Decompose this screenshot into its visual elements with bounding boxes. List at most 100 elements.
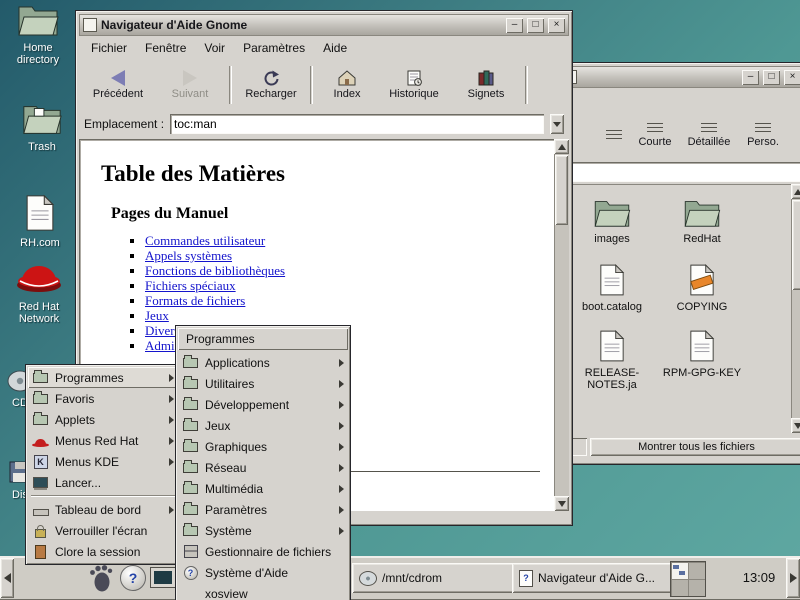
- menu-fenetre[interactable]: Fenêtre: [136, 38, 195, 58]
- scrollbar-track[interactable]: [554, 226, 569, 496]
- scroll-up-button[interactable]: [791, 184, 800, 199]
- gnome-menu-button[interactable]: [86, 561, 116, 595]
- folder-icon: [32, 412, 49, 428]
- menu-item-jeux[interactable]: Jeux: [178, 415, 348, 436]
- toc-link[interactable]: Jeux: [145, 308, 169, 323]
- file-item-copying[interactable]: COPYING: [661, 264, 743, 313]
- menu-item-gestionnaire-fichiers[interactable]: Gestionnaire de fichiers: [178, 541, 348, 562]
- menu-item-programmes[interactable]: Programmes: [28, 367, 178, 388]
- up-arrow-icon: [794, 189, 800, 195]
- menu-item-parametres[interactable]: Paramètres: [178, 499, 348, 520]
- view-detailed-label: Détaillée: [688, 136, 731, 148]
- pager-desktop-2[interactable]: [688, 562, 705, 579]
- menu-item-reseau[interactable]: Réseau: [178, 457, 348, 478]
- desktop-pager[interactable]: [670, 561, 706, 597]
- scrollbar-track[interactable]: [791, 291, 800, 418]
- file-item-release-notes[interactable]: RELEASE-NOTES.ja: [571, 330, 653, 391]
- toc-link[interactable]: Appels systèmes: [145, 248, 232, 263]
- menu-item-menus-kde[interactable]: K Menus KDE: [28, 451, 178, 472]
- menu-fichier[interactable]: Fichier: [82, 38, 136, 58]
- file-manager-titlebar[interactable]: – □ ×: [559, 66, 800, 88]
- menu-item-favoris[interactable]: Favoris: [28, 388, 178, 409]
- forward-button[interactable]: Suivant: [154, 61, 226, 109]
- desktop-icon-redhat-network[interactable]: Red Hat Network: [6, 252, 72, 325]
- view-detailed-button[interactable]: Détaillée: [683, 112, 735, 158]
- menu-voir[interactable]: Voir: [195, 38, 234, 58]
- minimize-button[interactable]: –: [742, 70, 759, 85]
- menu-item-xosview[interactable]: xosview: [178, 583, 348, 600]
- scrollbar-thumb[interactable]: [555, 155, 568, 225]
- menu-parametres[interactable]: Paramètres: [234, 38, 314, 58]
- minimize-button[interactable]: –: [506, 18, 523, 33]
- desktop-icon-label: Home directory: [2, 42, 74, 66]
- menu-item-verrouiller[interactable]: Verrouiller l'écran: [28, 520, 178, 541]
- close-button[interactable]: ×: [548, 18, 565, 33]
- file-item-boot-catalog[interactable]: boot.catalog: [571, 264, 653, 313]
- task-button-cdrom[interactable]: /mnt/cdrom: [352, 563, 518, 593]
- menu-item-developpement[interactable]: Développement: [178, 394, 348, 415]
- menu-item-utilitaires[interactable]: Utilitaires: [178, 373, 348, 394]
- menu-item-systeme-aide[interactable]: ? Système d'Aide: [178, 562, 348, 583]
- maximize-button[interactable]: □: [527, 18, 544, 33]
- menu-item-systeme[interactable]: Système: [178, 520, 348, 541]
- menu-item-lancer[interactable]: Lancer...: [28, 472, 178, 493]
- clock[interactable]: 13:09: [733, 556, 785, 600]
- menu-item-applications[interactable]: Applications: [178, 352, 348, 373]
- location-input[interactable]: [170, 114, 544, 134]
- scroll-down-button[interactable]: [554, 496, 569, 511]
- menu-item-clore-session[interactable]: Clore la session: [28, 541, 178, 562]
- help-scrollbar[interactable]: [554, 139, 569, 511]
- file-pane-scrollbar[interactable]: [791, 184, 800, 433]
- view-icons-button[interactable]: [601, 112, 627, 158]
- file-item-images[interactable]: images: [571, 198, 653, 245]
- reload-button[interactable]: Recharger: [235, 61, 307, 109]
- view-custom-button[interactable]: Perso.: [737, 112, 789, 158]
- menu-aide[interactable]: Aide: [314, 38, 356, 58]
- scroll-down-button[interactable]: [791, 418, 800, 433]
- menu-item-menus-redhat[interactable]: Menus Red Hat: [28, 430, 178, 451]
- menu-item-applets[interactable]: Applets: [28, 409, 178, 430]
- menu-item-graphiques[interactable]: Graphiques: [178, 436, 348, 457]
- history-button[interactable]: Historique: [378, 61, 450, 109]
- bookmarks-button[interactable]: Signets: [450, 61, 522, 109]
- help-titlebar[interactable]: Navigateur d'Aide Gnome – □ ×: [79, 14, 569, 36]
- terminal-launcher[interactable]: [150, 567, 176, 588]
- back-icon: [111, 70, 125, 86]
- toc-link[interactable]: Fonctions de bibliothèques: [145, 263, 285, 278]
- view-brief-label: Courte: [638, 136, 671, 148]
- toc-link[interactable]: Formats de fichiers: [145, 293, 245, 308]
- pager-desktop-1[interactable]: [671, 562, 688, 579]
- file-item-rpm-gpg-key[interactable]: RPM-GPG-KEY: [661, 330, 743, 379]
- pager-desktop-4[interactable]: [688, 579, 705, 596]
- maximize-button[interactable]: □: [763, 70, 780, 85]
- view-brief-button[interactable]: Courte: [629, 112, 681, 158]
- list-item: Commandes utilisateur: [145, 233, 544, 248]
- desktop-icon-trash[interactable]: Trash: [12, 102, 72, 153]
- desktop-icon-home[interactable]: Home directory: [2, 3, 74, 66]
- close-button[interactable]: ×: [784, 70, 800, 85]
- folder-icon: [16, 3, 60, 37]
- menu-item-multimedia[interactable]: Multimédia: [178, 478, 348, 499]
- desktop-icon-rhcom[interactable]: RH.com: [10, 194, 70, 249]
- menu-item-tableau-de-bord[interactable]: Tableau de bord: [28, 499, 178, 520]
- panel-hide-right-button[interactable]: [786, 558, 800, 598]
- scroll-up-button[interactable]: [554, 139, 569, 154]
- index-button[interactable]: Index: [316, 61, 378, 109]
- location-dropdown-button[interactable]: [550, 114, 564, 134]
- pager-desktop-3[interactable]: [671, 579, 688, 596]
- task-button-help-browser[interactable]: ? Navigateur d'Aide G...: [512, 563, 676, 593]
- path-input[interactable]: [561, 162, 800, 182]
- panel-hide-left-button[interactable]: [0, 558, 14, 598]
- back-button[interactable]: Précédent: [82, 61, 154, 109]
- toolbar-separator: [525, 66, 528, 104]
- toc-link[interactable]: Fichiers spéciaux: [145, 278, 236, 293]
- file-item-redhat[interactable]: RedHat: [661, 198, 743, 245]
- scrollbar-thumb[interactable]: [792, 200, 800, 290]
- submenu-arrow-icon: [339, 380, 344, 388]
- file-list-pane[interactable]: images RedHat boot.catalog COPYING RELEA…: [559, 184, 800, 433]
- show-all-files-button[interactable]: Montrer tous les fichiers: [590, 438, 800, 456]
- submenu-title: Programmes: [178, 328, 348, 350]
- toc-link[interactable]: Commandes utilisateur: [145, 233, 265, 248]
- help-launcher[interactable]: ?: [120, 565, 146, 591]
- index-label: Index: [334, 88, 361, 100]
